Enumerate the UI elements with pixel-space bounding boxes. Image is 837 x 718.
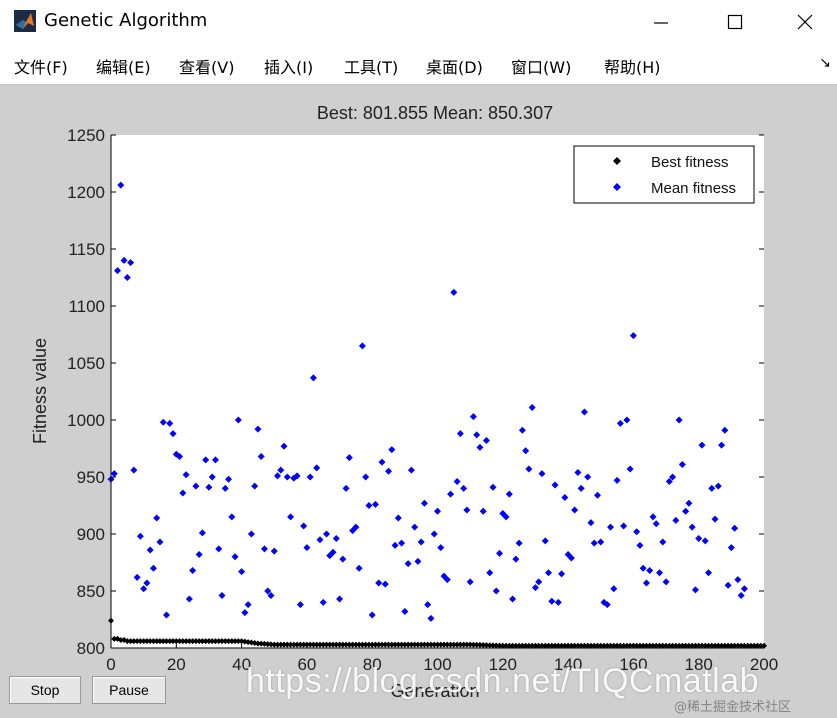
y-tick-label: 800 xyxy=(77,639,105,658)
watermark-community: @稀土掘金技术社区 xyxy=(674,700,792,715)
y-tick-label: 1050 xyxy=(67,354,105,373)
y-tick-label: 1100 xyxy=(68,297,105,316)
x-tick-label: 0 xyxy=(106,655,115,674)
y-tick-label: 950 xyxy=(77,468,105,487)
y-tick-label: 1150 xyxy=(68,240,105,259)
chart-title: Best: 801.855 Mean: 850.307 xyxy=(317,103,553,123)
y-tick-label: 1200 xyxy=(67,183,105,202)
chart-legend: Best fitness Mean fitness xyxy=(573,145,755,204)
y-tick-label: 1250 xyxy=(67,126,105,145)
y-tick-label: 900 xyxy=(77,525,105,544)
plot-area xyxy=(111,135,764,648)
legend-mean-label: Mean fitness xyxy=(651,180,736,197)
y-tick-label: 850 xyxy=(77,582,105,601)
x-tick-label: 20 xyxy=(167,655,186,674)
legend-best-label: Best fitness xyxy=(651,154,729,171)
y-tick-label: 1000 xyxy=(67,411,105,430)
stop-button[interactable]: Stop xyxy=(9,676,81,704)
y-axis-label: Fitness value xyxy=(30,338,50,444)
pause-button[interactable]: Pause xyxy=(92,676,166,704)
fitness-chart: Best: 801.855 Mean: 850.307 800 850 900 950… xyxy=(30,103,778,701)
